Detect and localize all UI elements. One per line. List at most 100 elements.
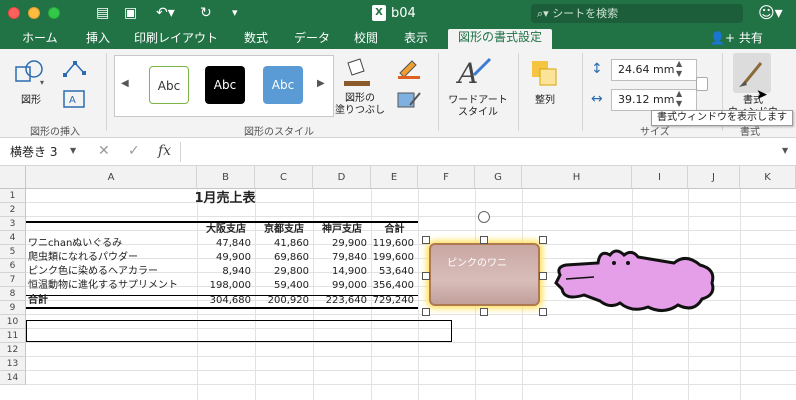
value-cell[interactable]: 14,900	[313, 265, 371, 279]
total-value-cell[interactable]: 223,640	[313, 294, 371, 308]
row-header[interactable]: 3	[0, 217, 26, 231]
value-cell[interactable]: 356,400	[371, 279, 418, 293]
row-header[interactable]: 4	[0, 231, 26, 245]
resize-handle[interactable]	[480, 308, 488, 316]
sheet-search-input[interactable]: ⌕▾ シートを検索	[531, 4, 743, 23]
column-header[interactable]: J	[688, 166, 740, 189]
item-name-cell[interactable]: ワニchanぬいぐるみ	[28, 237, 196, 251]
wordart-styles-button[interactable]: A	[455, 55, 492, 94]
select-all-corner[interactable]	[0, 166, 26, 189]
shape-width-input[interactable]: 39.12 mm	[611, 89, 697, 111]
row-header[interactable]: 13	[0, 357, 26, 371]
item-name-cell[interactable]: 恒温動物に進化するサプリメント	[28, 279, 196, 293]
column-header[interactable]: K	[740, 166, 796, 189]
value-cell[interactable]: 59,400	[255, 279, 313, 293]
row-header[interactable]: 10	[0, 315, 26, 329]
style-blue-fill[interactable]: Abc	[263, 66, 303, 104]
redo-icon[interactable]: ↻	[200, 4, 212, 22]
style-black-fill[interactable]: Abc	[205, 66, 245, 104]
value-cell[interactable]: 29,800	[255, 265, 313, 279]
insert-function-icon[interactable]: fx	[158, 143, 171, 159]
tab-home[interactable]: ホーム	[22, 30, 58, 47]
undo-icon[interactable]: ↶▾	[156, 4, 175, 22]
shape-styles-gallery[interactable]: ◀ Abc Abc Abc ▶	[114, 55, 334, 117]
lock-aspect-ratio-icon[interactable]	[696, 77, 708, 91]
header-kyoto[interactable]: 京都支店	[255, 223, 313, 237]
column-header[interactable]: C	[255, 166, 313, 189]
resize-handle[interactable]	[422, 272, 430, 280]
row-header[interactable]: 12	[0, 343, 26, 357]
formula-input[interactable]	[180, 142, 776, 162]
arrange-button[interactable]	[530, 59, 564, 90]
shape-outline-icon[interactable]	[396, 57, 424, 82]
column-header[interactable]: A	[26, 166, 197, 189]
total-value-cell[interactable]: 200,920	[255, 294, 313, 308]
resize-handle[interactable]	[422, 236, 430, 244]
column-header[interactable]: I	[632, 166, 688, 189]
value-cell[interactable]: 49,900	[197, 251, 255, 265]
row-header[interactable]: 5	[0, 245, 26, 259]
header-osaka[interactable]: 大阪支店	[197, 223, 255, 237]
style-outline-green[interactable]: Abc	[149, 66, 189, 104]
width-stepper[interactable]: ▲ ▼	[676, 89, 682, 109]
resize-handle[interactable]	[422, 308, 430, 316]
customize-toolbar-icon[interactable]: ▾	[232, 4, 238, 22]
value-cell[interactable]: 198,000	[197, 279, 255, 293]
resize-handle[interactable]	[539, 272, 547, 280]
minimize-window-button[interactable]	[28, 7, 40, 19]
row-header[interactable]: 14	[0, 371, 26, 385]
row-header[interactable]: 6	[0, 259, 26, 273]
expand-formula-bar-icon[interactable]: ▼	[782, 146, 788, 155]
close-window-button[interactable]	[8, 7, 20, 19]
column-header[interactable]: D	[313, 166, 371, 189]
shape-effects-icon[interactable]	[396, 89, 424, 114]
total-label-cell[interactable]: 合計	[28, 294, 196, 308]
value-cell[interactable]: 99,000	[313, 279, 371, 293]
resize-handle[interactable]	[539, 236, 547, 244]
tab-data[interactable]: データ	[294, 30, 330, 47]
column-header[interactable]: G	[475, 166, 522, 189]
resize-handle[interactable]	[539, 308, 547, 316]
sidebar-icon[interactable]: ▤	[96, 4, 109, 22]
tab-shape-format[interactable]: 図形の書式設定	[448, 29, 553, 49]
tab-review[interactable]: 校閲	[354, 30, 378, 47]
save-icon[interactable]: ▣	[124, 4, 137, 22]
rotate-handle[interactable]	[478, 211, 490, 223]
shape-height-input[interactable]: 24.64 mm	[611, 59, 697, 81]
column-header[interactable]: H	[522, 166, 632, 189]
column-header[interactable]: B	[197, 166, 255, 189]
share-button[interactable]: 👤+ 共有	[710, 30, 763, 47]
item-name-cell[interactable]: 爬虫類になれるパウダー	[28, 251, 196, 265]
header-total[interactable]: 合計	[371, 223, 418, 237]
height-stepper[interactable]: ▲ ▼	[676, 59, 682, 79]
value-cell[interactable]: 199,600	[371, 251, 418, 265]
value-cell[interactable]: 69,860	[255, 251, 313, 265]
tab-insert[interactable]: 挿入	[86, 30, 110, 47]
row-header[interactable]: 1	[0, 189, 26, 203]
value-cell[interactable]: 53,640	[371, 265, 418, 279]
shape-fill-button[interactable]	[340, 55, 374, 92]
enter-icon[interactable]: ✓	[128, 143, 140, 159]
item-name-cell[interactable]: ピンク色に染めるヘアカラー	[28, 265, 196, 279]
row-header[interactable]: 11	[0, 329, 26, 343]
shapes-button[interactable]: ▾	[12, 57, 48, 91]
value-cell[interactable]: 29,900	[313, 237, 371, 251]
header-kobe[interactable]: 神戸支店	[313, 223, 371, 237]
value-cell[interactable]: 47,840	[197, 237, 255, 251]
row-header[interactable]: 9	[0, 301, 26, 315]
text-box-icon[interactable]: A	[62, 89, 88, 112]
value-cell[interactable]: 41,860	[255, 237, 313, 251]
sheet-title[interactable]: 1月売上表	[160, 189, 290, 208]
value-cell[interactable]: 79,840	[313, 251, 371, 265]
column-header[interactable]: E	[371, 166, 418, 189]
gallery-next-icon[interactable]: ▶	[317, 78, 325, 89]
column-header[interactable]: F	[418, 166, 475, 189]
row-header[interactable]: 2	[0, 203, 26, 217]
maximize-window-button[interactable]	[48, 7, 60, 19]
cancel-icon[interactable]: ✕	[98, 143, 110, 159]
edit-points-icon[interactable]	[62, 59, 88, 82]
value-cell[interactable]: 8,940	[197, 265, 255, 279]
resize-handle[interactable]	[480, 236, 488, 244]
tab-view[interactable]: 表示	[404, 30, 428, 47]
gallery-prev-icon[interactable]: ◀	[121, 78, 129, 89]
